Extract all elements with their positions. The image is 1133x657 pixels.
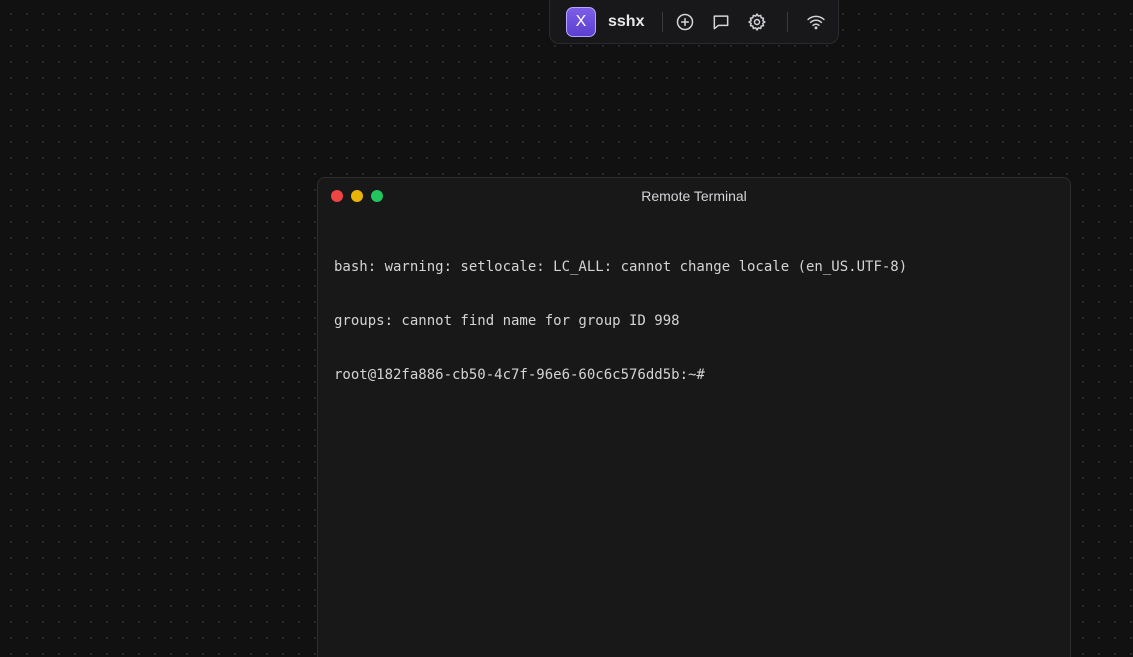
terminal-line: bash: warning: setlocale: LC_ALL: cannot… [334,259,908,275]
chat-bubble-icon [713,15,729,30]
terminal-output[interactable]: bash: warning: setlocale: LC_ALL: cannot… [318,214,1070,420]
logo-letter: X [575,13,587,30]
toolbar-divider [787,12,788,32]
wifi-icon [807,15,825,30]
plus-circle-icon [676,13,694,31]
toolbar-divider [662,12,663,32]
settings-button[interactable] [743,8,771,36]
window-controls [331,190,391,202]
gear-icon [748,13,766,31]
network-status-button[interactable] [802,8,830,36]
terminal-line: groups: cannot find name for group ID 99… [334,313,680,329]
terminal-prompt: root@182fa886-cb50-4c7f-96e6-60c6c576dd5… [334,367,705,383]
close-window-button[interactable] [331,190,343,202]
app-logo[interactable]: X [566,7,596,37]
maximize-window-button[interactable] [371,190,383,202]
new-terminal-button[interactable] [671,8,699,36]
top-toolbar: X sshx [549,0,839,44]
terminal-titlebar[interactable]: Remote Terminal [318,178,1070,214]
terminal-title: Remote Terminal [641,188,747,204]
chat-button[interactable] [707,8,735,36]
terminal-window[interactable]: Remote Terminal bash: warning: setlocale… [317,177,1071,657]
minimize-window-button[interactable] [351,190,363,202]
app-name: sshx [608,13,645,30]
